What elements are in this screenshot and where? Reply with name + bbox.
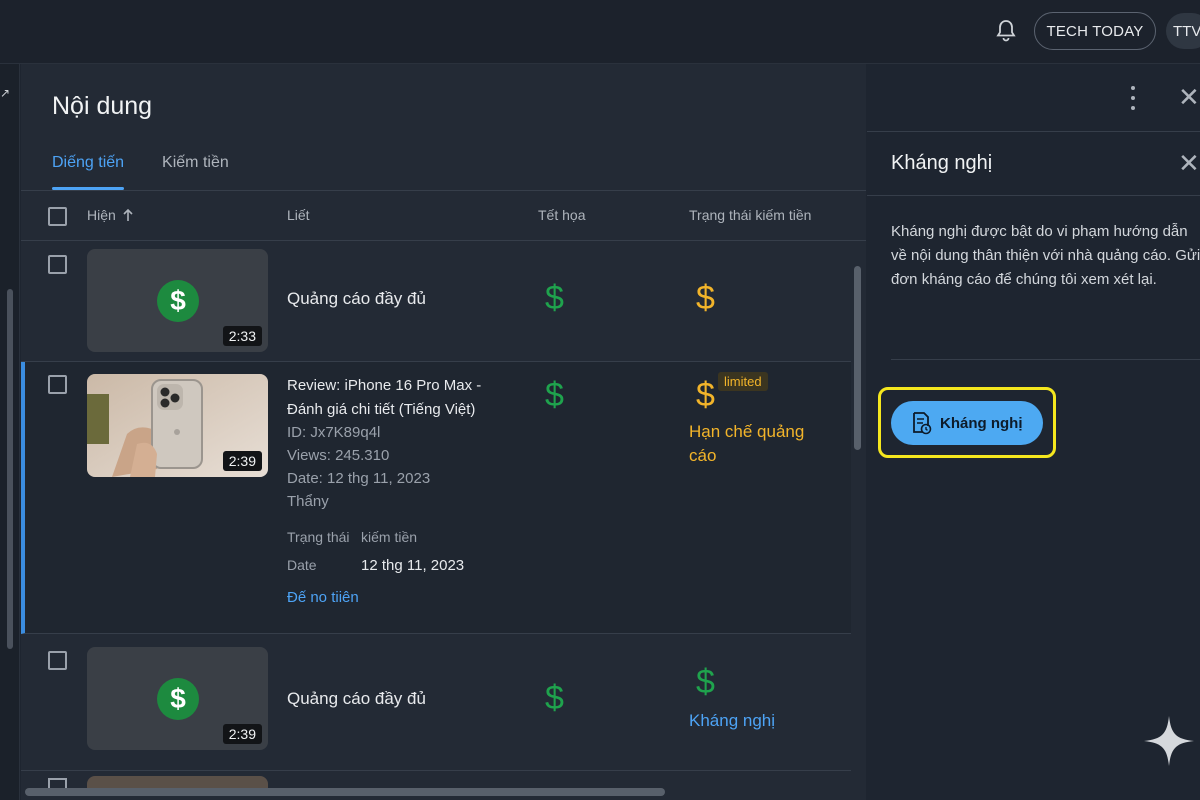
video-title: Quảng cáo đầy đủ — [287, 289, 426, 308]
dollar-yellow-icon: $ — [696, 279, 715, 317]
dollar-yellow-icon: $ — [696, 376, 715, 414]
dollar-green-icon: $ — [545, 376, 564, 414]
row-checkbox[interactable] — [48, 375, 67, 394]
more-options-icon[interactable] — [1123, 86, 1143, 110]
date-value: 12 thg 11, 2023 — [361, 557, 465, 574]
restricted-status: Hạn chế quảng cáo — [689, 422, 805, 465]
video-date: Date: 12 thg 11, 2023 — [287, 470, 431, 487]
video-views: Views: 245.310 — [287, 447, 390, 464]
table-header: Hiện Liết Tết họa Trạng thái kiếm tiền — [21, 191, 866, 241]
channel-button[interactable]: TECH TODAY — [1034, 12, 1156, 50]
appeal-link[interactable]: Kháng nghị — [689, 711, 775, 731]
main-content: Nội dung Diếng tiến Kiếm tiền Hiện Liết … — [21, 64, 866, 800]
table-row[interactable]: $ 2:39 Quảng cáo đầy đủ $ $ Kháng nghị — [21, 635, 851, 771]
arrow-icon[interactable]: ↗ — [0, 86, 10, 100]
video-thumbnail[interactable]: 2:39 — [87, 374, 268, 477]
tab-bar: Diếng tiến Kiếm tiền — [52, 152, 229, 190]
details-link[interactable]: Đế no tiiên — [287, 589, 359, 606]
divider — [867, 195, 1200, 196]
column-header-title[interactable]: Liết — [287, 207, 310, 223]
row-checkbox[interactable] — [48, 651, 67, 670]
tab-monetization[interactable]: Kiếm tiền — [162, 152, 229, 190]
panel-description: Kháng nghị được bật do vi phạm hướng dẫn… — [891, 223, 1200, 288]
date-label: Date — [287, 557, 317, 573]
page-title: Nội dung — [52, 92, 153, 120]
left-rail: ↗ — [0, 64, 20, 800]
appeal-panel: ✕ Kháng nghị ✕ Kháng nghị được bật do vi… — [867, 64, 1200, 800]
row-checkbox[interactable] — [48, 255, 67, 274]
limited-badge: limited — [718, 372, 768, 391]
select-all-checkbox[interactable] — [48, 207, 67, 226]
table-row[interactable]: $ 2:33 Quảng cáo đầy đủ $ $ — [21, 242, 851, 362]
close-icon[interactable]: ✕ — [1178, 84, 1200, 110]
dollar-icon: $ — [157, 280, 199, 322]
horizontal-scrollbar[interactable] — [25, 788, 665, 796]
table-row-selected[interactable]: 2:39 Review: iPhone 16 Pro Max - Đánh gi… — [21, 362, 851, 634]
notifications-bell-icon[interactable] — [992, 17, 1020, 45]
video-thumbnail[interactable]: $ 2:39 — [87, 647, 268, 750]
column-header-video[interactable]: Hiện — [87, 207, 134, 223]
close-panel-icon[interactable]: ✕ — [1178, 150, 1200, 176]
tab-progress[interactable]: Diếng tiến — [52, 152, 125, 190]
dollar-icon: $ — [157, 678, 199, 720]
top-bar: TECH TODAY TTV — [0, 0, 1200, 64]
video-title: Quảng cáo đầy đủ — [287, 689, 426, 708]
dollar-green-icon: $ — [545, 679, 564, 717]
sparkle-icon — [1144, 716, 1194, 766]
duration-badge: 2:33 — [222, 326, 262, 346]
column-header-monetization-status[interactable]: Trạng thái kiếm tiền — [689, 207, 811, 223]
appeal-button-label: Kháng nghị — [940, 414, 1023, 432]
document-clock-icon — [913, 412, 932, 435]
dollar-green-icon: $ — [696, 663, 715, 701]
status-label-2: kiếm tiền — [361, 529, 418, 545]
video-id: ID: Jx7K89q4l — [287, 424, 381, 441]
avatar[interactable]: TTV — [1166, 13, 1200, 49]
duration-badge: 2:39 — [222, 724, 262, 744]
duration-badge: 2:39 — [222, 451, 262, 471]
left-scrollbar[interactable] — [7, 289, 13, 649]
appeal-button[interactable]: Kháng nghị — [891, 401, 1043, 445]
panel-title: Kháng nghị — [891, 152, 993, 174]
video-extra: Thẩny — [287, 493, 329, 510]
divider — [867, 131, 1200, 132]
vertical-scrollbar[interactable] — [854, 266, 861, 450]
video-title: Review: iPhone 16 Pro Max - Đánh giá chi… — [287, 377, 482, 418]
divider — [891, 359, 1200, 360]
column-header-restrictions[interactable]: Tết họa — [538, 207, 585, 223]
video-thumbnail[interactable]: $ 2:33 — [87, 249, 268, 352]
column-header-label: Hiện — [87, 207, 116, 223]
sort-arrow-up-icon — [123, 208, 133, 221]
dollar-green-icon: $ — [545, 279, 564, 317]
status-label: Trạng thái — [287, 529, 350, 545]
